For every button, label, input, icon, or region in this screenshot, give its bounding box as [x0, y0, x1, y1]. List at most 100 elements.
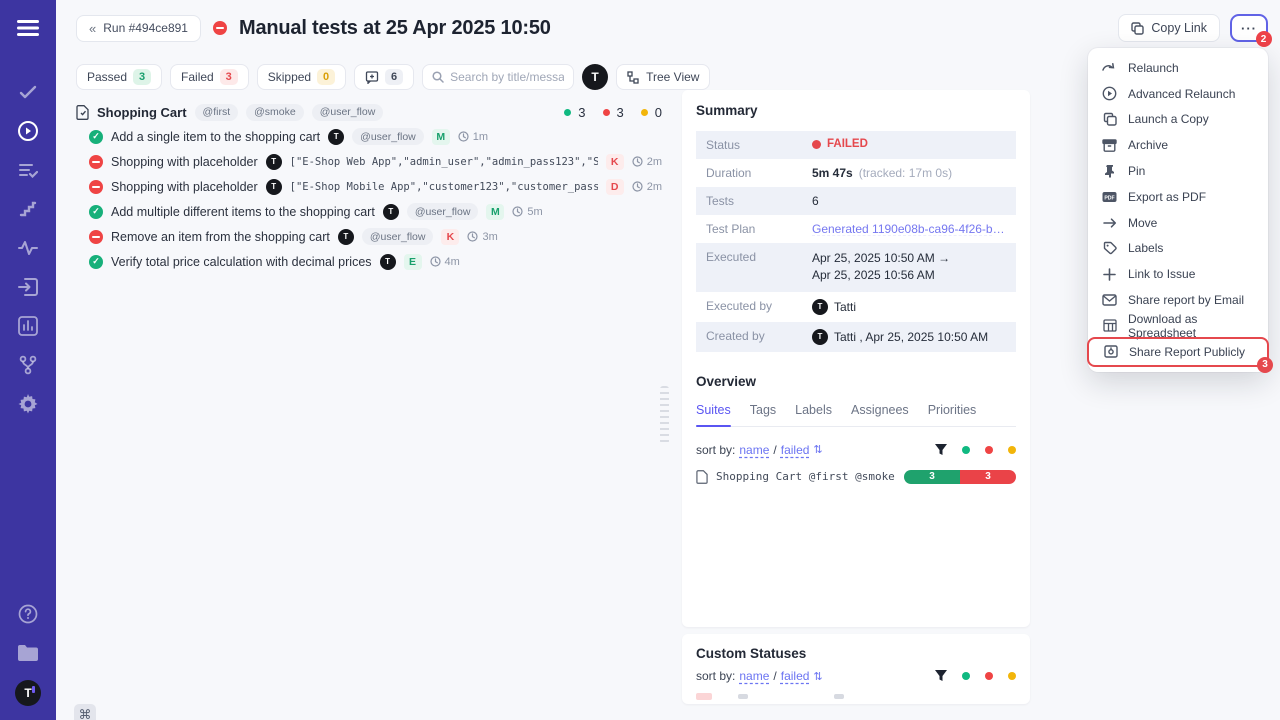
tab-priorities[interactable]: Priorities [928, 403, 977, 417]
filter-skipped-button[interactable]: Skipped 0 [257, 64, 346, 90]
projects-folder-icon[interactable] [0, 633, 56, 672]
custom-statuses-sort-row: sort by: name / failed ⇅ [696, 669, 1016, 683]
custom-statuses-title: Custom Statuses [696, 646, 1016, 661]
test-tag[interactable]: @user_flow [362, 228, 434, 245]
run-id-label: Run #494ce891 [103, 21, 188, 35]
hamburger-menu-icon[interactable] [0, 0, 56, 56]
test-duration: 2m [632, 156, 662, 168]
test-row[interactable]: Remove an item from the shopping cart T … [76, 224, 662, 249]
help-icon[interactable] [0, 594, 56, 633]
command-key-shortcut-hint[interactable]: ⌘ [74, 704, 96, 720]
branch-icon[interactable] [0, 345, 56, 384]
passed-dot [564, 109, 571, 116]
checks-icon[interactable] [0, 72, 56, 111]
back-run-button[interactable]: « Run #494ce891 [76, 15, 201, 42]
suite-skipped-count: 0 [655, 105, 662, 120]
menu-item-launch-a-copy[interactable]: Launch a Copy [1088, 107, 1268, 133]
share-publicly-icon [1103, 345, 1118, 358]
test-row[interactable]: Shopping with placeholder T ["E-Shop Mob… [76, 174, 662, 199]
test-data-example: ["E-Shop Web App","admin_user","admin_pa… [290, 156, 598, 168]
passed-label: Passed [87, 70, 127, 84]
assignee-avatar: T [266, 154, 282, 170]
test-tag[interactable]: @user_flow [407, 203, 479, 220]
test-row[interactable]: ✓ Verify total price calculation with de… [76, 249, 662, 274]
sort-direction-icon[interactable]: ⇅ [813, 443, 822, 456]
runs-play-circle-icon[interactable] [0, 111, 56, 150]
assignee-avatar: T [338, 229, 354, 245]
failed-filter-dot[interactable] [985, 446, 993, 454]
sort-by-failed-link[interactable]: failed [781, 443, 810, 457]
steps-icon[interactable] [0, 189, 56, 228]
import-icon[interactable] [0, 267, 56, 306]
filter-passed-button[interactable]: Passed 3 [76, 64, 162, 90]
copy-link-button[interactable]: Copy Link [1118, 14, 1220, 42]
skipped-filter-dot[interactable] [1008, 672, 1016, 680]
executed-by-value: Tatti [834, 300, 856, 314]
failed-dot-icon [812, 140, 821, 149]
activity-pulse-icon[interactable] [0, 228, 56, 267]
test-duration: 2m [632, 181, 662, 193]
user-avatar[interactable]: T [15, 680, 41, 706]
passed-count-badge: 3 [133, 69, 151, 85]
more-actions-button[interactable]: ··· 2 [1230, 14, 1268, 42]
passed-check-icon: ✓ [89, 255, 103, 269]
test-list-icon[interactable] [0, 150, 56, 189]
filter-failed-button[interactable]: Failed 3 [170, 64, 249, 90]
funnel-filter-icon[interactable] [935, 444, 947, 456]
funnel-filter-icon[interactable] [935, 670, 947, 682]
menu-item-link-to-issue[interactable]: Link to Issue [1088, 261, 1268, 287]
assignee-avatar-filter[interactable]: T [582, 64, 608, 90]
assignee-avatar: T [266, 179, 282, 195]
test-badge: K [606, 154, 624, 170]
sort-by-name-link[interactable]: name [739, 669, 769, 683]
failed-filter-dot[interactable] [985, 672, 993, 680]
created-by-value: Tatti , Apr 25, 2025 10:50 AM [834, 330, 988, 344]
menu-item-pin[interactable]: Pin [1088, 158, 1268, 184]
comments-filter-button[interactable]: 6 [354, 64, 414, 90]
menu-item-download-as-spreadsheet[interactable]: Download as Spreadsheet [1088, 313, 1268, 339]
overview-suite-row[interactable]: Shopping Cart @first @smoke … 3 3 [696, 470, 1016, 484]
menu-item-export-as-pdf[interactable]: PDF Export as PDF [1088, 184, 1268, 210]
skipped-filter-dot[interactable] [1008, 446, 1016, 454]
test-row[interactable]: ✓ Add a single item to the shopping cart… [76, 124, 662, 149]
sort-direction-icon[interactable]: ⇅ [813, 670, 822, 683]
menu-item-relaunch[interactable]: Relaunch [1088, 55, 1268, 81]
tree-view-button[interactable]: Tree View [616, 64, 710, 90]
pass-fail-bar[interactable]: 3 3 [904, 470, 1016, 484]
search-input[interactable] [450, 70, 564, 84]
bar-chart-icon[interactable] [0, 306, 56, 345]
suite-tag[interactable]: @user_flow [312, 104, 384, 121]
tab-tags[interactable]: Tags [750, 403, 776, 417]
passed-filter-dot[interactable] [962, 446, 970, 454]
tab-labels[interactable]: Labels [795, 403, 832, 417]
menu-item-advanced-relaunch[interactable]: Advanced Relaunch [1088, 81, 1268, 107]
test-tag[interactable]: @user_flow [352, 128, 424, 145]
passed-filter-dot[interactable] [962, 672, 970, 680]
copy-icon [1102, 112, 1117, 126]
panel-resize-handle[interactable] [660, 386, 669, 444]
test-row[interactable]: ✓ Add multiple different items to the sh… [76, 199, 662, 224]
settings-gear-icon[interactable] [0, 384, 56, 423]
creator-avatar: T [812, 329, 828, 345]
spreadsheet-icon [1102, 319, 1117, 332]
tab-assignees[interactable]: Assignees [851, 403, 909, 417]
test-row[interactable]: Shopping with placeholder T ["E-Shop Web… [76, 149, 662, 174]
menu-item-move[interactable]: Move [1088, 210, 1268, 236]
menu-item-archive[interactable]: Archive [1088, 132, 1268, 158]
suite-row[interactable]: Shopping Cart @first @smoke @user_flow 3… [76, 100, 662, 124]
suite-tag[interactable]: @first [195, 104, 239, 121]
email-icon [1102, 294, 1117, 306]
menu-item-share-report-publicly[interactable]: Share Report Publicly 3 [1089, 339, 1267, 365]
advanced-relaunch-icon [1102, 86, 1117, 101]
menu-item-labels[interactable]: Labels [1088, 236, 1268, 262]
tree-view-label: Tree View [646, 70, 699, 84]
test-plan-link[interactable]: Generated 1190e08b-ca96-4f26-b10f-d6dc… [812, 222, 1006, 236]
menu-item-share-report-by-email[interactable]: Share report by Email [1088, 287, 1268, 313]
suite-tag[interactable]: @smoke [246, 104, 304, 121]
test-duration: 1m [458, 131, 488, 143]
sort-by-name-link[interactable]: name [739, 443, 769, 457]
summary-row-executed: Executed Apr 25, 2025 10:50 AM → Apr 25,… [696, 243, 1016, 292]
tab-suites[interactable]: Suites [696, 403, 731, 417]
overview-suite-label: Shopping Cart @first @smoke … [716, 470, 896, 483]
sort-by-failed-link[interactable]: failed [781, 669, 810, 683]
